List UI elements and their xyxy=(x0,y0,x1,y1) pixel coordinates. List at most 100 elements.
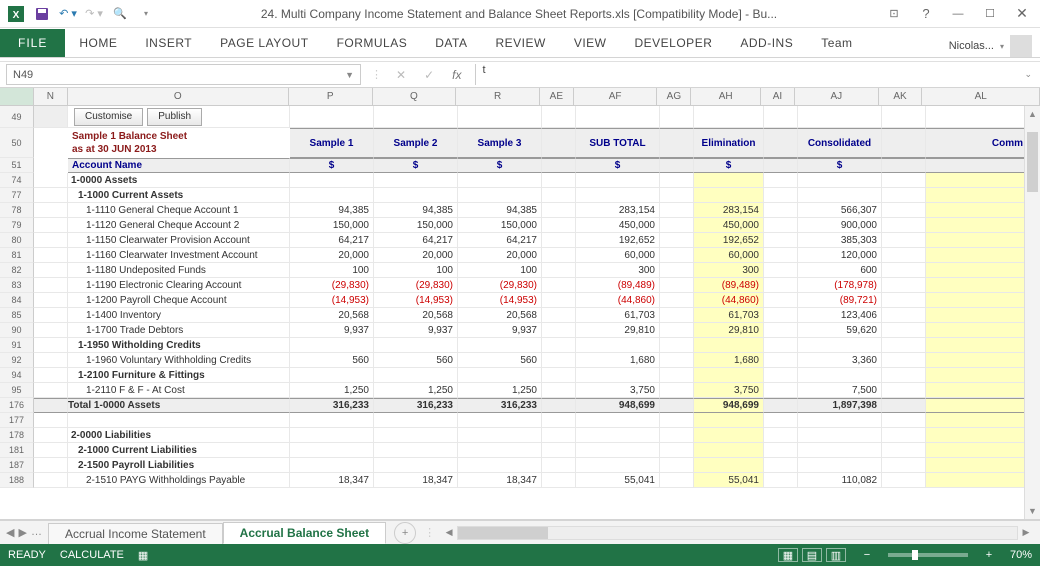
cell[interactable] xyxy=(374,458,458,473)
cell[interactable]: 560 xyxy=(458,353,542,368)
cell[interactable] xyxy=(798,368,882,383)
cell[interactable]: 18,347 xyxy=(290,473,374,488)
cell[interactable] xyxy=(34,368,68,383)
column-header[interactable]: P xyxy=(289,88,373,105)
cell[interactable]: 20,568 xyxy=(374,308,458,323)
cell[interactable] xyxy=(798,428,882,443)
cell[interactable]: (29,830) xyxy=(458,278,542,293)
cell[interactable] xyxy=(694,173,764,188)
cell[interactable]: (44,860) xyxy=(694,293,764,308)
cell[interactable] xyxy=(882,293,926,308)
cell[interactable] xyxy=(882,203,926,218)
cell[interactable]: 61,703 xyxy=(694,308,764,323)
select-all-corner[interactable] xyxy=(0,88,34,105)
cell[interactable] xyxy=(290,173,374,188)
scroll-thumb[interactable] xyxy=(1027,132,1038,192)
cell[interactable] xyxy=(926,188,1028,203)
cell[interactable]: 316,233 xyxy=(290,398,374,413)
cell[interactable] xyxy=(926,368,1028,383)
row-number[interactable]: 188 xyxy=(0,473,34,488)
formula-input[interactable]: t xyxy=(475,64,1006,85)
enter-formula-icon[interactable]: ✓ xyxy=(420,68,438,82)
cell[interactable] xyxy=(660,413,694,428)
cell[interactable]: 29,810 xyxy=(576,323,660,338)
cell[interactable] xyxy=(660,383,694,398)
cell[interactable] xyxy=(926,353,1028,368)
cell[interactable]: 385,303 xyxy=(798,233,882,248)
cell[interactable] xyxy=(764,353,798,368)
cell[interactable] xyxy=(542,293,576,308)
cell[interactable] xyxy=(542,413,576,428)
cell[interactable] xyxy=(764,368,798,383)
cell[interactable]: 9,937 xyxy=(290,323,374,338)
cell[interactable]: 900,000 xyxy=(798,218,882,233)
row-number[interactable]: 82 xyxy=(0,263,34,278)
row-number[interactable]: 177 xyxy=(0,413,34,428)
cell[interactable] xyxy=(374,338,458,353)
scroll-left-icon[interactable]: ◀ xyxy=(441,527,457,538)
cell[interactable] xyxy=(290,428,374,443)
cell[interactable]: 1,250 xyxy=(374,383,458,398)
cell[interactable] xyxy=(542,428,576,443)
cell[interactable] xyxy=(882,413,926,428)
sheet-tab-accrual-income[interactable]: Accrual Income Statement xyxy=(48,523,223,544)
cell[interactable] xyxy=(882,368,926,383)
cell[interactable]: 150,000 xyxy=(374,218,458,233)
column-header[interactable]: O xyxy=(68,88,289,105)
cell[interactable] xyxy=(458,188,542,203)
cell[interactable]: 150,000 xyxy=(290,218,374,233)
cell[interactable] xyxy=(882,353,926,368)
cell[interactable] xyxy=(542,188,576,203)
zoom-slider[interactable] xyxy=(888,553,968,557)
cell[interactable] xyxy=(576,413,660,428)
row-number[interactable]: 181 xyxy=(0,443,34,458)
cell[interactable] xyxy=(542,443,576,458)
cell[interactable]: 1,680 xyxy=(694,353,764,368)
row-number[interactable]: 90 xyxy=(0,323,34,338)
cell[interactable] xyxy=(34,398,68,413)
cell[interactable]: 55,041 xyxy=(694,473,764,488)
row-number[interactable]: 77 xyxy=(0,188,34,203)
cell[interactable] xyxy=(660,188,694,203)
cell[interactable] xyxy=(34,473,68,488)
cell[interactable] xyxy=(764,203,798,218)
cell[interactable]: 300 xyxy=(694,263,764,278)
tab-home[interactable]: HOME xyxy=(65,29,131,57)
cell[interactable] xyxy=(660,293,694,308)
cell[interactable]: 9,937 xyxy=(374,323,458,338)
cell[interactable]: 316,233 xyxy=(458,398,542,413)
cell[interactable] xyxy=(542,323,576,338)
cell[interactable] xyxy=(882,458,926,473)
cell[interactable] xyxy=(926,293,1028,308)
cell[interactable]: 1-1120 General Cheque Account 2 xyxy=(68,218,290,233)
cell[interactable]: (14,953) xyxy=(374,293,458,308)
column-header[interactable]: AE xyxy=(540,88,574,105)
column-header[interactable]: AI xyxy=(761,88,795,105)
cell[interactable] xyxy=(34,308,68,323)
publish-button[interactable]: Publish xyxy=(147,108,202,126)
cell[interactable] xyxy=(542,233,576,248)
cell[interactable] xyxy=(882,338,926,353)
cell[interactable] xyxy=(764,173,798,188)
cell[interactable]: 3,750 xyxy=(576,383,660,398)
cell[interactable] xyxy=(694,188,764,203)
cell[interactable] xyxy=(660,443,694,458)
column-header[interactable]: AK xyxy=(879,88,923,105)
cell[interactable] xyxy=(764,218,798,233)
column-header[interactable]: AL xyxy=(922,88,1040,105)
cell[interactable] xyxy=(290,368,374,383)
row-number[interactable]: 81 xyxy=(0,248,34,263)
cell[interactable] xyxy=(374,443,458,458)
cell[interactable]: 1-1960 Voluntary Withholding Credits xyxy=(68,353,290,368)
cell[interactable]: 948,699 xyxy=(694,398,764,413)
column-header[interactable]: Q xyxy=(373,88,457,105)
cell[interactable] xyxy=(926,473,1028,488)
column-header[interactable]: AJ xyxy=(795,88,879,105)
cell[interactable]: 110,082 xyxy=(798,473,882,488)
cell[interactable]: 60,000 xyxy=(694,248,764,263)
row-number[interactable]: 50 xyxy=(0,128,34,158)
sheet-nav-more-icon[interactable]: … xyxy=(31,526,42,539)
cell[interactable] xyxy=(764,428,798,443)
cell[interactable] xyxy=(34,173,68,188)
cell[interactable] xyxy=(34,263,68,278)
